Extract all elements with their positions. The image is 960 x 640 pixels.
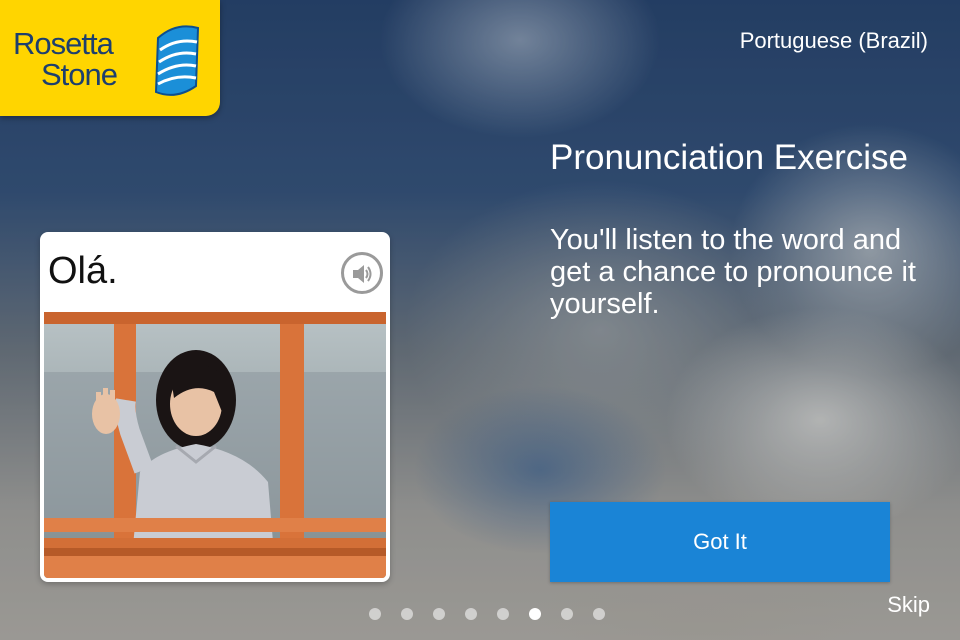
pagination-dot[interactable]: [529, 608, 541, 620]
skip-link[interactable]: Skip: [887, 592, 930, 618]
rosetta-stone-logo-icon: [154, 25, 200, 96]
pagination-dot[interactable]: [433, 608, 445, 620]
pagination-dot[interactable]: [593, 608, 605, 620]
got-it-button[interactable]: Got It: [550, 502, 890, 582]
logo-line-2: Stone: [41, 57, 118, 92]
pagination-dots: [369, 608, 605, 620]
pagination-dot[interactable]: [401, 608, 413, 620]
language-label: Portuguese (Brazil): [739, 28, 928, 53]
exercise-description: You'll listen to the word and get a chan…: [550, 224, 916, 320]
woman-waving-photo: [44, 312, 386, 578]
logo-line-1: Rosetta: [13, 26, 114, 61]
speaker-icon: [353, 265, 372, 283]
vocab-card: Olá.: [40, 232, 390, 582]
card-word: Olá.: [48, 250, 118, 292]
play-audio-button[interactable]: [341, 252, 383, 294]
pagination-dot[interactable]: [497, 608, 509, 620]
pagination-dot[interactable]: [561, 608, 573, 620]
exercise-title: Pronunciation Exercise: [550, 138, 908, 177]
logo-wordmark: Rosetta Stone: [13, 26, 118, 92]
pagination-dot[interactable]: [369, 608, 381, 620]
rosetta-stone-logo: Rosetta Stone: [0, 0, 220, 116]
pagination-dot[interactable]: [465, 608, 477, 620]
